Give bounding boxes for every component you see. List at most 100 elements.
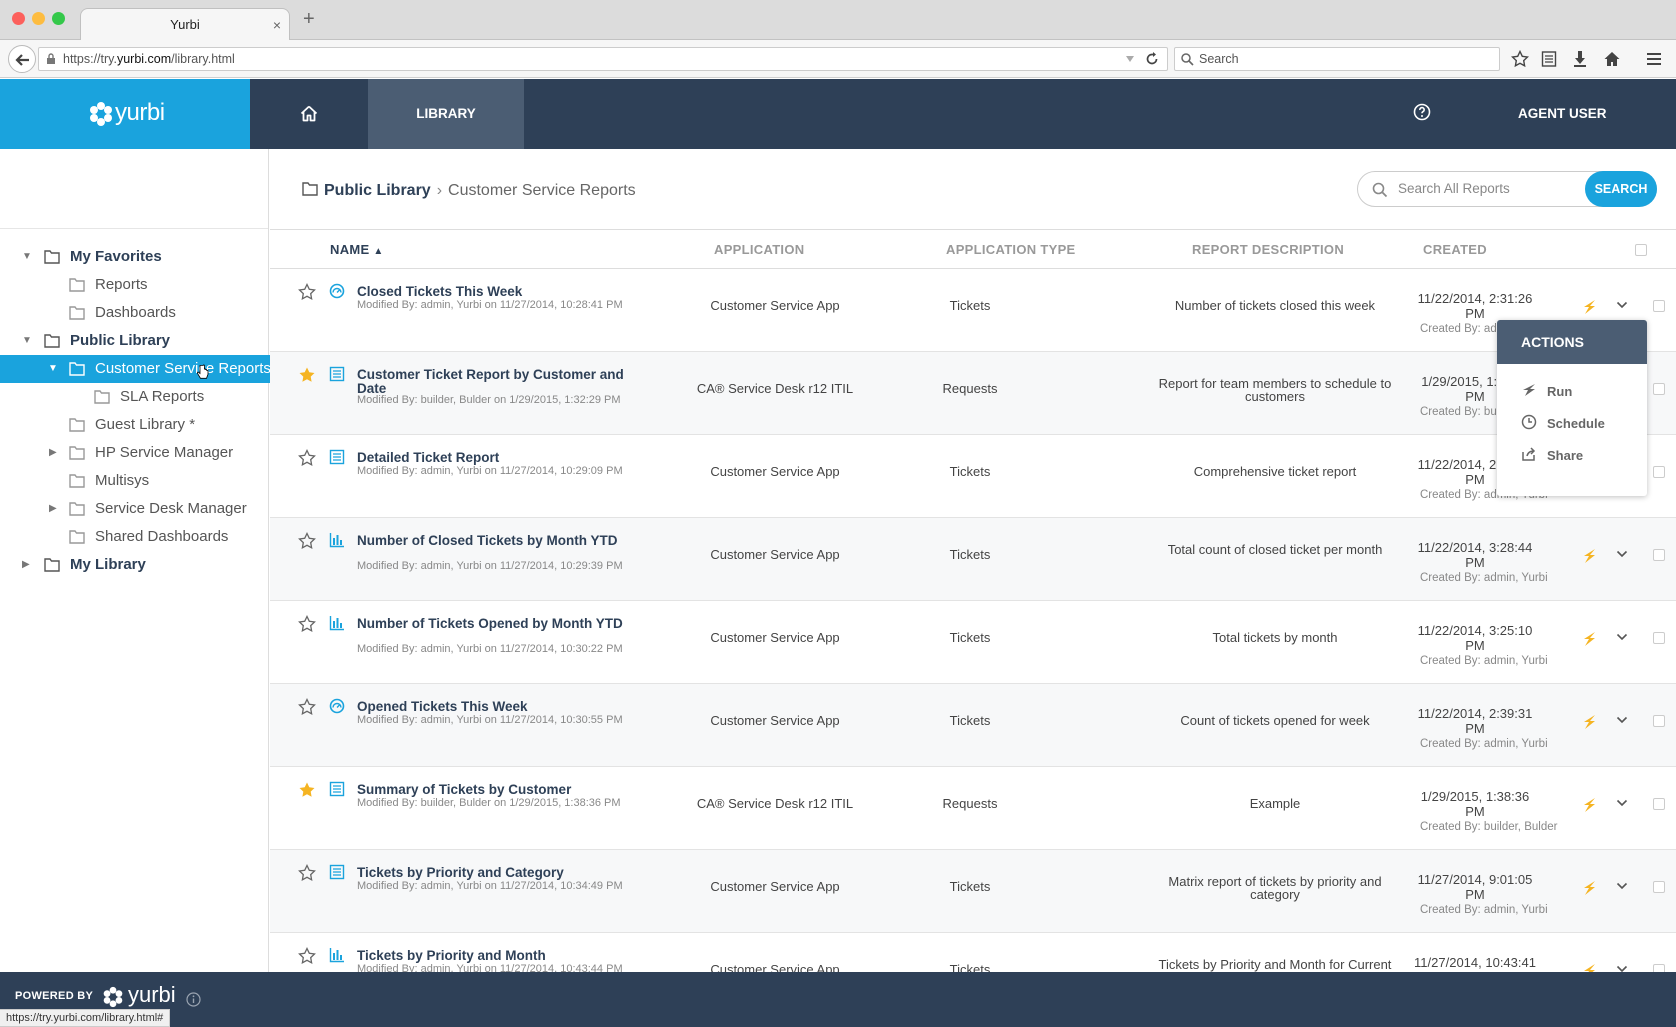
tree-label: SLA Reports — [120, 388, 205, 405]
table-row[interactable]: Summary of Tickets by Customer Modified B… — [270, 767, 1676, 850]
table-row[interactable]: Customer Ticket Report by Customer and D… — [270, 352, 1676, 435]
chevron-down-icon[interactable] — [1616, 301, 1628, 309]
search-button[interactable]: SEARCH — [1585, 171, 1657, 207]
tree-item-customer-service-reports[interactable]: ▼ Customer Service Reports — [0, 355, 295, 383]
back-button[interactable] — [8, 45, 36, 73]
star-outline-icon[interactable] — [298, 283, 316, 301]
close-tab-icon[interactable]: × — [273, 9, 281, 41]
download-icon[interactable] — [1572, 50, 1588, 68]
reload-icon[interactable] — [1145, 52, 1159, 66]
tree-item-shared-dashboards[interactable]: Shared Dashboards — [69, 523, 259, 551]
info-icon[interactable] — [186, 992, 201, 1007]
star-filled-icon[interactable] — [298, 366, 316, 384]
caret-right-icon[interactable]: ▶ — [49, 495, 57, 523]
tree-item-multisys[interactable]: Multisys — [69, 467, 259, 495]
report-name[interactable]: Customer Ticket Report by Customer and D… — [357, 368, 627, 396]
close-window-button[interactable] — [12, 12, 25, 25]
new-tab-button[interactable]: + — [303, 8, 315, 31]
report-name[interactable]: Tickets by Priority and Month — [357, 949, 627, 963]
table-row[interactable]: Tickets by Priority and Month Modified By… — [270, 933, 1676, 972]
chevron-down-icon[interactable] — [1616, 799, 1628, 807]
table-row[interactable]: Detailed Ticket Report Modified By: admin… — [270, 435, 1676, 518]
table-row[interactable]: Opened Tickets This Week Modified By: adm… — [270, 684, 1676, 767]
help-icon[interactable] — [1413, 103, 1431, 121]
run-bolt-icon[interactable] — [1582, 880, 1596, 896]
report-name[interactable]: Number of Closed Tickets by Month YTD — [357, 534, 627, 548]
row-checkbox[interactable] — [1653, 466, 1665, 478]
column-report-description[interactable]: REPORT DESCRIPTION — [1192, 242, 1344, 257]
run-bolt-icon[interactable] — [1582, 548, 1596, 564]
chevron-down-icon[interactable] — [1616, 633, 1628, 641]
user-menu[interactable]: AGENT USER — [1518, 79, 1607, 149]
report-name[interactable]: Number of Tickets Opened by Month YTD — [357, 617, 627, 631]
home-nav-button[interactable] — [250, 79, 368, 149]
breadcrumb-root[interactable]: Public Library — [324, 182, 431, 199]
tree-item-guest-library[interactable]: Guest Library * — [69, 411, 259, 439]
report-name[interactable]: Closed Tickets This Week — [357, 285, 627, 299]
maximize-window-button[interactable] — [52, 12, 65, 25]
row-checkbox[interactable] — [1653, 383, 1665, 395]
chevron-down-icon[interactable] — [1616, 882, 1628, 890]
report-name[interactable]: Summary of Tickets by Customer — [357, 783, 627, 797]
tree-item-reports[interactable]: Reports — [69, 271, 259, 299]
column-created[interactable]: CREATED — [1423, 242, 1487, 257]
run-bolt-icon[interactable] — [1582, 963, 1596, 972]
reading-list-icon[interactable] — [1541, 50, 1557, 68]
run-bolt-icon[interactable] — [1582, 714, 1596, 730]
minimize-window-button[interactable] — [32, 12, 45, 25]
tree-item-my-library[interactable]: ▶ My Library — [22, 551, 264, 579]
star-outline-icon[interactable] — [298, 698, 316, 716]
tree-item-hp-service-manager[interactable]: ▶ HP Service Manager — [49, 439, 259, 467]
star-outline-icon[interactable] — [298, 449, 316, 467]
row-checkbox[interactable] — [1653, 632, 1665, 644]
table-row[interactable]: Closed Tickets This Week Modified By: adm… — [270, 269, 1676, 352]
tree-item-service-desk-manager[interactable]: ▶ Service Desk Manager — [49, 495, 259, 523]
column-name[interactable]: NAME ▲ — [330, 242, 384, 257]
row-checkbox[interactable] — [1653, 715, 1665, 727]
report-search-field[interactable]: Search All Reports SEARCH — [1357, 171, 1657, 207]
row-checkbox[interactable] — [1653, 549, 1665, 561]
bookmark-star-icon[interactable] — [1511, 50, 1529, 68]
tree-item-public-library[interactable]: ▼ Public Library — [22, 327, 264, 355]
tree-item-sla-reports[interactable]: SLA Reports — [94, 383, 264, 411]
table-row[interactable]: Tickets by Priority and Category Modified… — [270, 850, 1676, 933]
run-bolt-icon[interactable] — [1582, 299, 1596, 315]
star-outline-icon[interactable] — [298, 615, 316, 633]
table-row[interactable]: Number of Closed Tickets by Month YTD Mod… — [270, 518, 1676, 601]
tree-item-my-favorites[interactable]: ▼ My Favorites — [22, 243, 264, 271]
chevron-down-icon[interactable] — [1616, 965, 1628, 972]
dropdown-arrow-icon[interactable] — [1125, 55, 1135, 63]
select-all-checkbox[interactable] — [1635, 244, 1647, 256]
chevron-down-icon[interactable] — [1616, 716, 1628, 724]
chevron-down-icon[interactable] — [1616, 550, 1628, 558]
yurbi-logo[interactable]: yurbi — [0, 79, 250, 149]
report-name[interactable]: Opened Tickets This Week — [357, 700, 627, 714]
menu-icon[interactable] — [1645, 50, 1663, 68]
browser-tab[interactable]: Yurbi × — [80, 8, 290, 41]
address-bar[interactable]: https://try.yurbi.com/library.html — [38, 47, 1168, 71]
tree-item-dashboards[interactable]: Dashboards — [69, 299, 259, 327]
row-checkbox[interactable] — [1653, 300, 1665, 312]
run-bolt-icon[interactable] — [1582, 797, 1596, 813]
browser-search-field[interactable]: Search — [1174, 47, 1500, 71]
column-application[interactable]: APPLICATION — [714, 242, 804, 257]
report-name[interactable]: Tickets by Priority and Category — [357, 866, 627, 880]
row-checkbox[interactable] — [1653, 964, 1665, 972]
caret-down-icon[interactable]: ▼ — [22, 327, 32, 355]
star-filled-icon[interactable] — [298, 781, 316, 799]
report-name[interactable]: Detailed Ticket Report — [357, 451, 627, 465]
table-row[interactable]: Number of Tickets Opened by Month YTD Mod… — [270, 601, 1676, 684]
tab-library[interactable]: LIBRARY — [368, 79, 524, 149]
caret-down-icon[interactable]: ▼ — [22, 243, 32, 271]
home-icon[interactable] — [1603, 50, 1621, 68]
caret-right-icon[interactable]: ▶ — [22, 551, 30, 579]
caret-down-icon[interactable]: ▼ — [48, 355, 58, 383]
star-outline-icon[interactable] — [298, 864, 316, 882]
row-checkbox[interactable] — [1653, 881, 1665, 893]
row-checkbox[interactable] — [1653, 798, 1665, 810]
caret-right-icon[interactable]: ▶ — [49, 439, 57, 467]
star-outline-icon[interactable] — [298, 947, 316, 965]
run-bolt-icon[interactable] — [1582, 631, 1596, 647]
column-application-type[interactable]: APPLICATION TYPE — [946, 242, 1076, 257]
star-outline-icon[interactable] — [298, 532, 316, 550]
